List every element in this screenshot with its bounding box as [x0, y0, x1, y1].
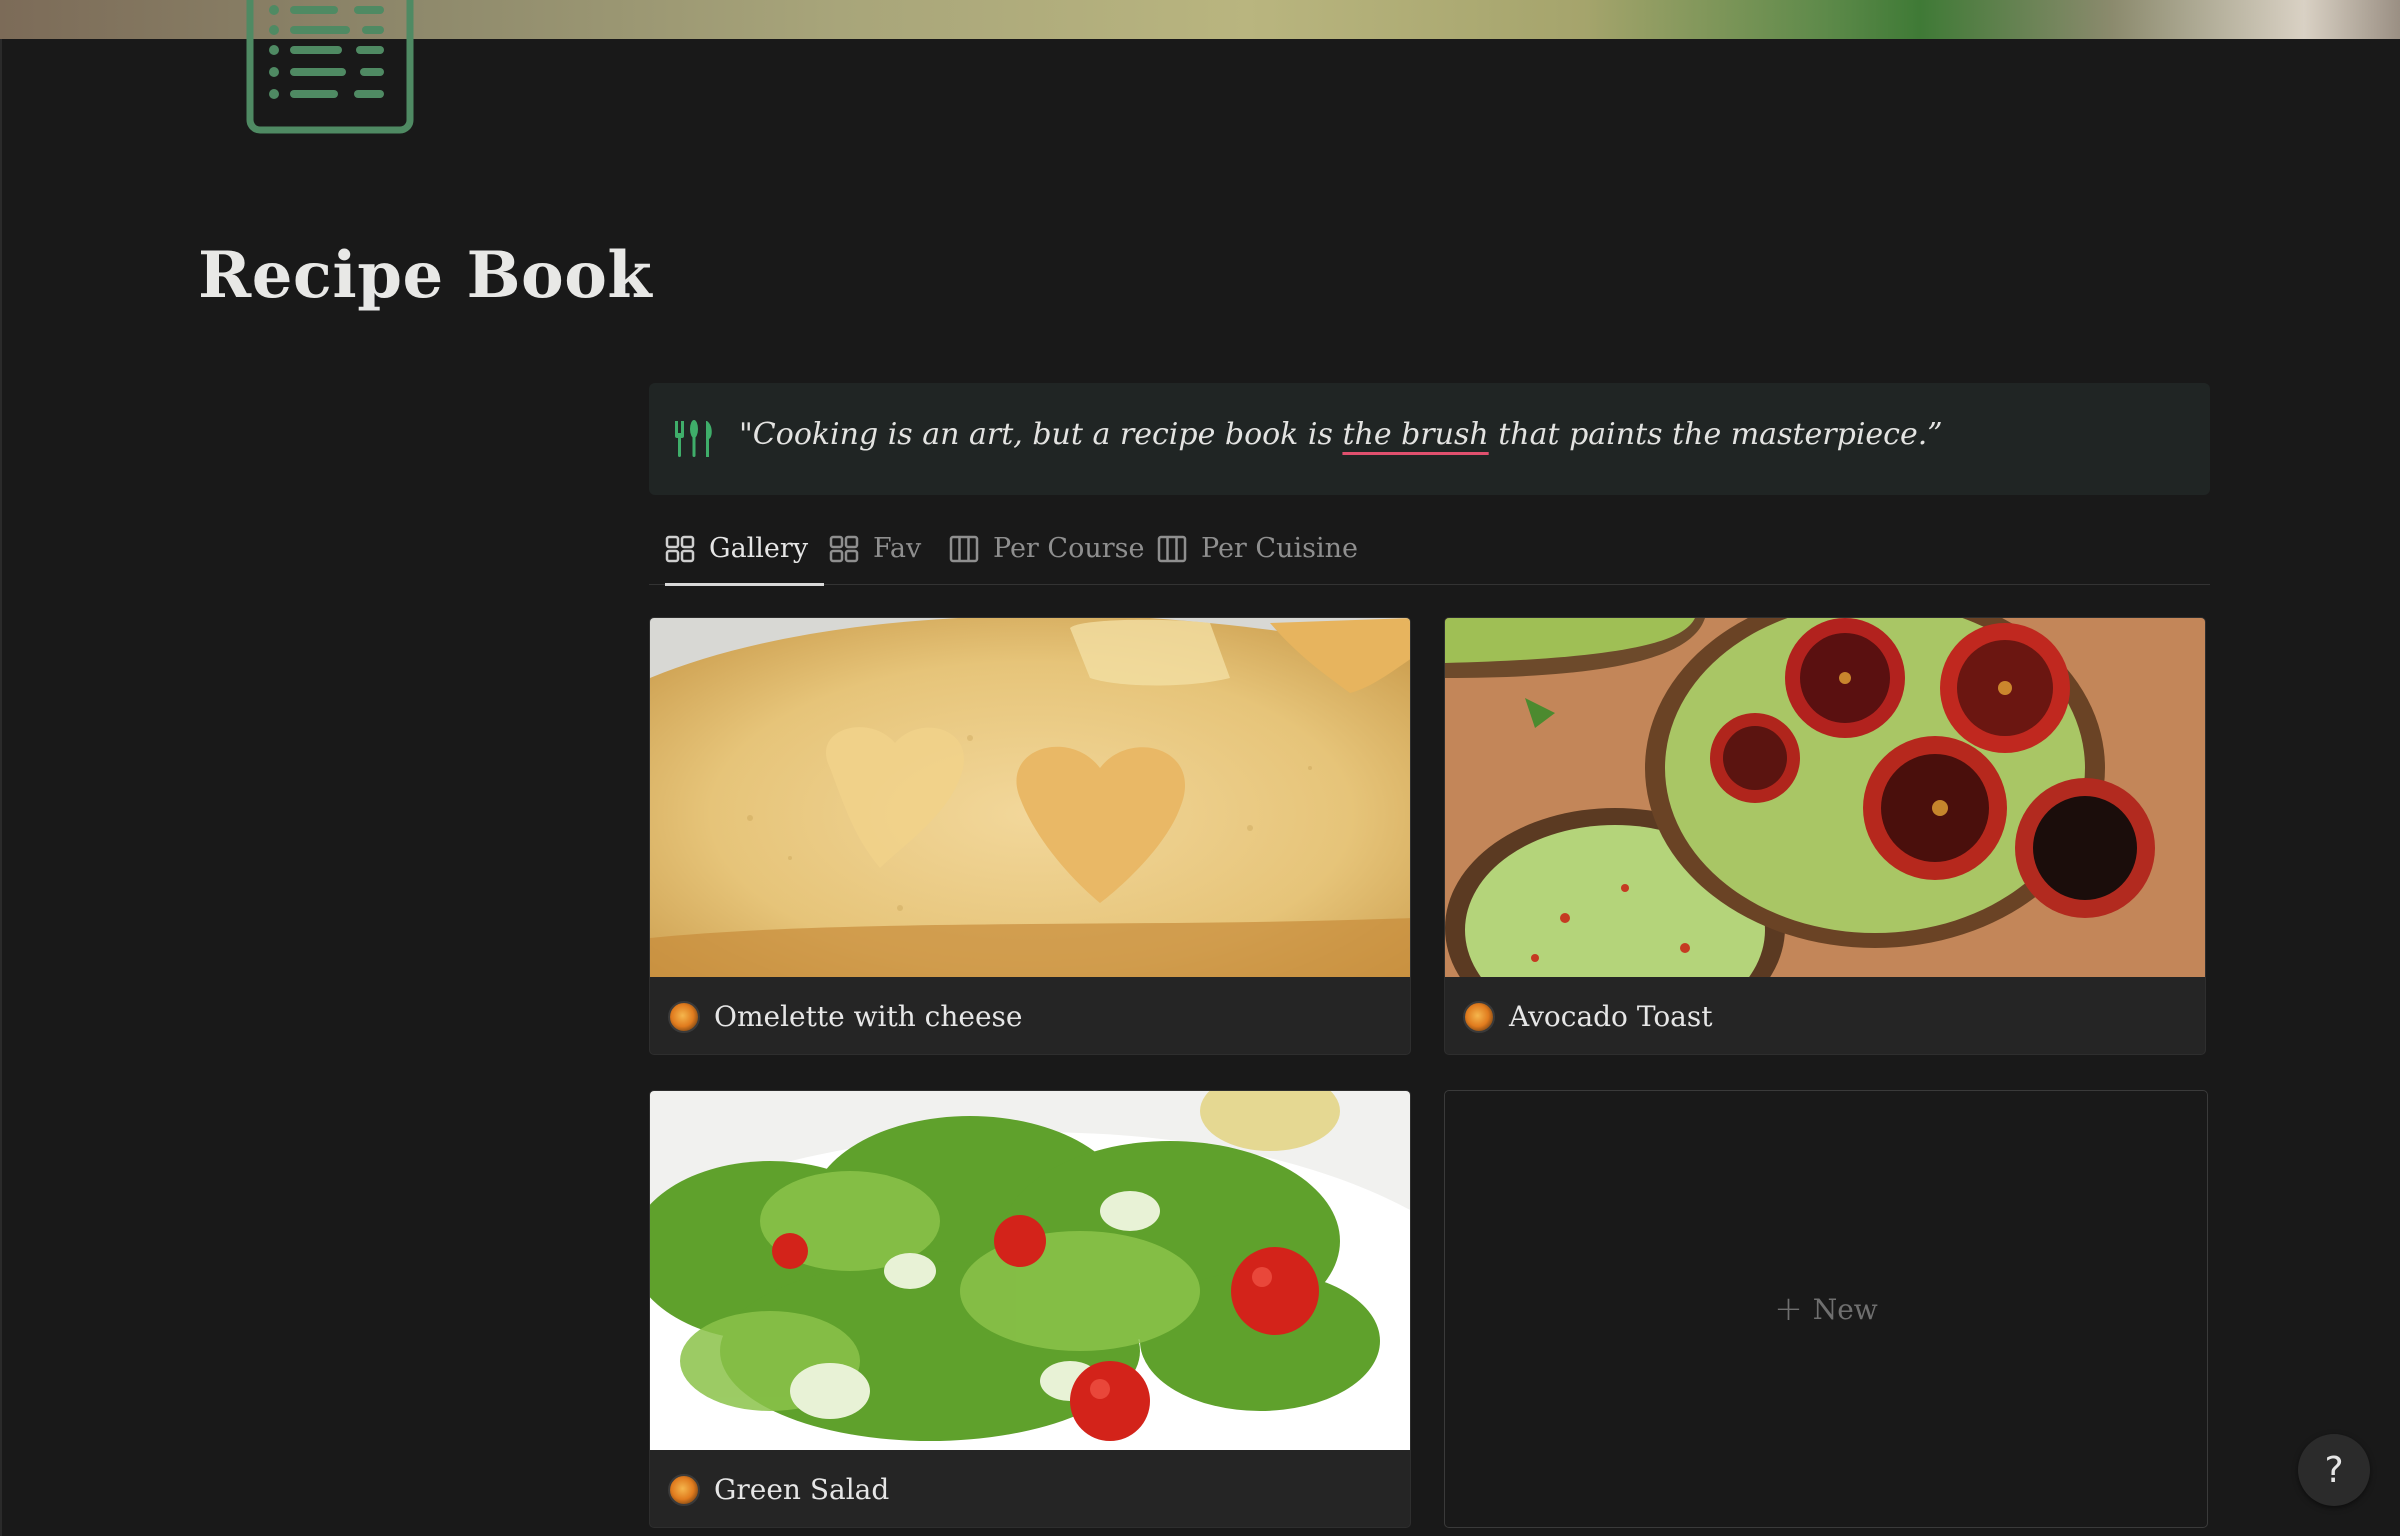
gallery-icon — [829, 535, 859, 562]
tab-gallery[interactable]: Gallery — [665, 512, 825, 586]
board-icon — [1157, 535, 1187, 562]
recipe-emoji-icon — [668, 1473, 700, 1506]
quote-text: "Cooking is an art, but a recipe book is… — [739, 417, 1943, 452]
card-title: Omelette with cheese — [714, 1000, 1023, 1033]
recipe-card-omelette[interactable]: Omelette with cheese — [649, 617, 1411, 1055]
quote-highlight: the brush — [1342, 417, 1489, 452]
tab-fav-label: Fav — [873, 533, 922, 564]
card-title: Green Salad — [714, 1473, 890, 1506]
plus-icon: + — [1774, 1289, 1803, 1329]
fork-knife-icon — [675, 420, 712, 457]
avocado-toast-image — [1445, 618, 2205, 977]
gallery-icon — [665, 535, 695, 562]
omelette-image — [650, 618, 1410, 977]
help-button[interactable]: ? — [2298, 1434, 2370, 1506]
new-card-label: New — [1812, 1292, 1878, 1326]
tab-per-cuisine[interactable]: Per Cuisine — [1157, 512, 1358, 585]
board-icon — [949, 535, 979, 562]
page-title: Recipe Book — [198, 238, 653, 313]
tab-fav[interactable]: Fav — [829, 512, 921, 585]
frame-divider — [0, 39, 2, 1536]
recipe-emoji-icon — [1463, 1000, 1495, 1033]
tab-per-course-label: Per Course — [993, 533, 1145, 564]
card-title: Avocado Toast — [1509, 1000, 1713, 1033]
recipe-card-avocado-toast[interactable]: Avocado Toast — [1444, 617, 2206, 1055]
green-salad-image — [650, 1091, 1410, 1450]
recipe-list-icon[interactable] — [244, 0, 416, 138]
new-card-button[interactable]: + New — [1444, 1090, 2208, 1528]
recipe-card-green-salad[interactable]: Green Salad — [649, 1090, 1411, 1528]
recipe-emoji-icon — [668, 1000, 700, 1033]
tab-per-cuisine-label: Per Cuisine — [1201, 533, 1358, 564]
quote-callout[interactable]: "Cooking is an art, but a recipe book is… — [649, 383, 2210, 495]
view-tabs: Gallery Fav Per Course Per Cuisine — [649, 512, 2210, 586]
tab-per-course[interactable]: Per Course — [949, 512, 1144, 585]
tab-gallery-label: Gallery — [709, 533, 809, 564]
